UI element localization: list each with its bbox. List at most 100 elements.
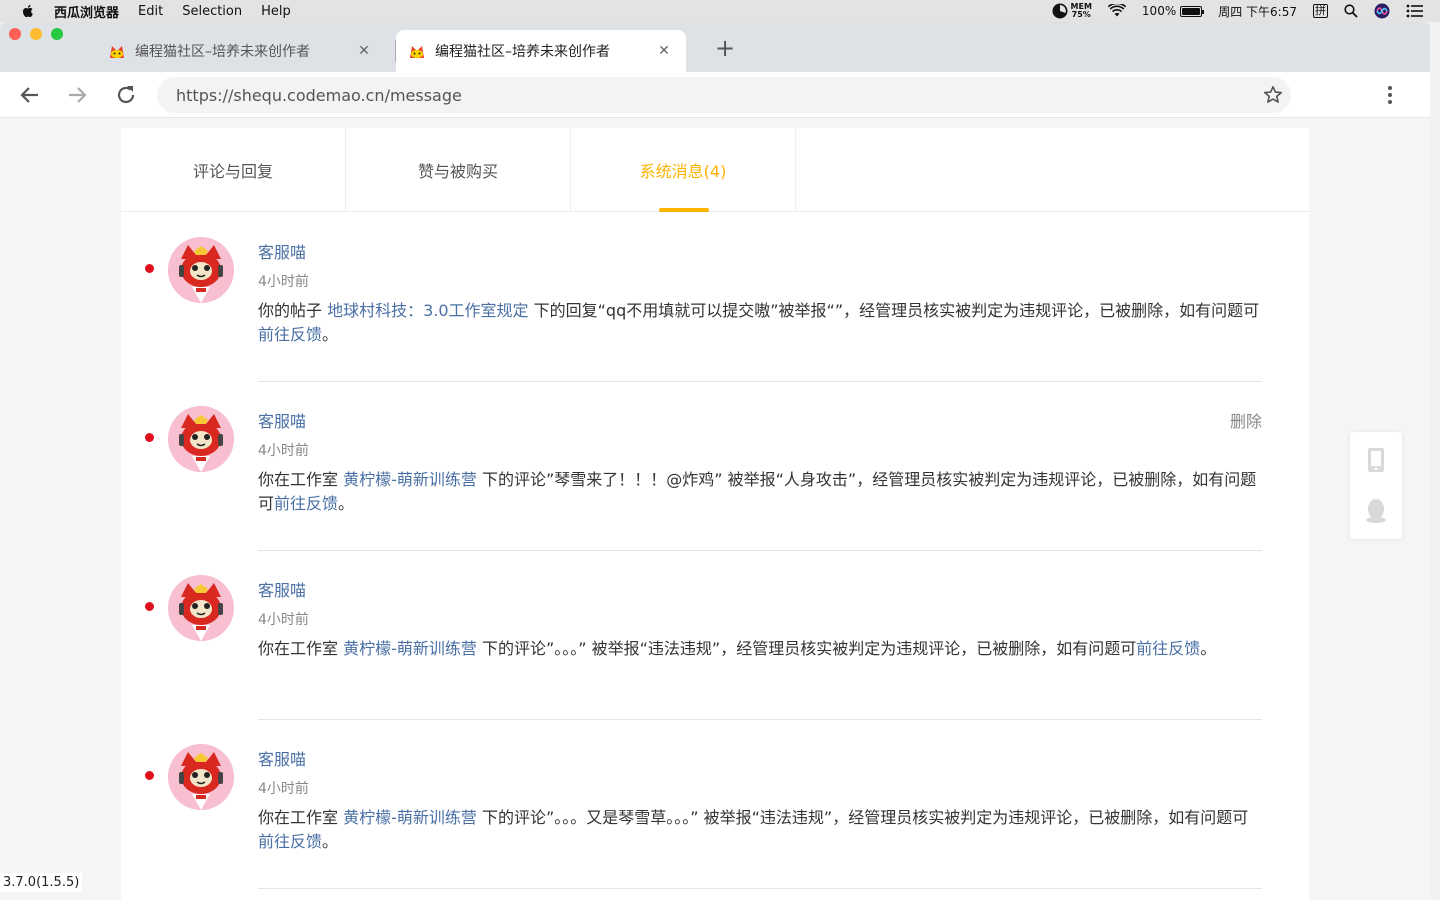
sender-name[interactable]: 客服喵 bbox=[258, 239, 306, 263]
system-message-item: 客服喵 4小时前你在工作室 黄柠檬-萌新训练营 下的评论”。。。” 被举报“违法违… bbox=[121, 551, 1309, 720]
battery-status[interactable]: 100% bbox=[1141, 4, 1205, 18]
tab-comments-replies[interactable]: 评论与回复 bbox=[121, 128, 346, 212]
avatar[interactable] bbox=[168, 237, 234, 303]
page-content: 评论与回复 赞与被购买 系统消息(4) 客服喵 4小时前 你的帖子 地球村科技：3.… bbox=[0, 118, 1430, 900]
target-link[interactable]: 黄柠檬-萌新训练营 bbox=[343, 470, 477, 489]
unread-dot bbox=[145, 771, 154, 780]
minimize-window-button[interactable] bbox=[30, 28, 42, 40]
message-text-post: 。 bbox=[322, 325, 339, 344]
codemao-favicon-icon bbox=[410, 46, 424, 58]
version-label: 3.7.0(1.5.5) bbox=[0, 873, 83, 892]
message-text-mid: 下的回复“qq不用填就可以提交嗷”被举报“”，经管理员核实被判定为违规评论，已被… bbox=[528, 301, 1260, 320]
edit-menu[interactable]: Edit bbox=[138, 4, 163, 19]
battery-percent: 100% bbox=[1141, 4, 1177, 18]
message-time: 4小时前 bbox=[258, 274, 309, 290]
wifi-icon[interactable] bbox=[1107, 4, 1126, 18]
avatar[interactable] bbox=[168, 575, 234, 641]
tab-system-messages[interactable]: 系统消息(4) bbox=[571, 128, 796, 212]
url-text: https://shequ.codemao.cn/message bbox=[176, 85, 462, 105]
message-text-post: 。 bbox=[338, 494, 355, 513]
message-time: 4小时前 bbox=[258, 443, 309, 459]
message-time: 4小时前 bbox=[258, 781, 309, 797]
message-time: 4小时前 bbox=[258, 612, 309, 628]
system-message-item: 客服喵 删除 4小时前你在工作室 黄柠檬-萌新训练营 下的评论”琴雪来了！！！@炸鸡… bbox=[121, 382, 1309, 551]
sender-name[interactable]: 客服喵 bbox=[258, 408, 306, 432]
tab-likes-purchases[interactable]: 赞与被购买 bbox=[346, 128, 571, 212]
browser-window: 编程猫社区–培养未来创作者 ✕ 编程猫社区–培养未来创作者 ✕ + https:… bbox=[0, 22, 1430, 900]
notification-center-icon[interactable] bbox=[1406, 4, 1424, 18]
browser-tab-1[interactable]: 编程猫社区–培养未来创作者 ✕ bbox=[96, 30, 386, 72]
delete-button[interactable]: 删除 bbox=[1230, 408, 1262, 432]
feedback-link[interactable]: 前往反馈 bbox=[1136, 639, 1200, 658]
message-text-mid: 下的评论”。。。” 被举报“违法违规”，经管理员核实被判定为违规评论，已被删除，… bbox=[476, 639, 1137, 658]
bookmark-star-icon[interactable] bbox=[1263, 85, 1283, 105]
unread-dot bbox=[145, 264, 154, 273]
target-link[interactable]: 黄柠檬-萌新训练营 bbox=[343, 808, 477, 827]
active-tab-indicator bbox=[659, 208, 709, 212]
sender-name[interactable]: 客服喵 bbox=[258, 746, 306, 770]
message-text-pre: 你在工作室 bbox=[258, 808, 344, 827]
browser-menu-icon[interactable] bbox=[1380, 84, 1400, 106]
tab-strip: 编程猫社区–培养未来创作者 ✕ 编程猫社区–培养未来创作者 ✕ + bbox=[0, 22, 1430, 72]
tab-title: 编程猫社区–培养未来创作者 bbox=[135, 44, 310, 60]
feedback-link[interactable]: 前往反馈 bbox=[258, 325, 322, 344]
message-text-pre: 你的帖子 bbox=[258, 301, 328, 320]
message-body: 你在工作室 黄柠檬-萌新训练营 下的评论”琴雪来了！！！@炸鸡” 被举报“人身攻… bbox=[258, 468, 1263, 516]
forward-arrow-icon[interactable] bbox=[65, 83, 89, 107]
battery-icon bbox=[1180, 5, 1205, 17]
mobile-app-icon[interactable] bbox=[1364, 447, 1388, 473]
battery-fill bbox=[1182, 7, 1201, 15]
message-body: 你在工作室 黄柠檬-萌新训练营 下的评论”。。。” 被举报“违法违规”，经管理员… bbox=[258, 637, 1263, 661]
browser-toolbar: https://shequ.codemao.cn/message bbox=[0, 72, 1430, 118]
siri-icon[interactable] bbox=[1374, 3, 1390, 19]
memory-status[interactable]: MEM 75% bbox=[1052, 3, 1092, 19]
feedback-link[interactable]: 前往反馈 bbox=[258, 832, 322, 851]
message-text-pre: 你在工作室 bbox=[258, 470, 344, 489]
selection-menu[interactable]: Selection bbox=[182, 4, 242, 19]
tab-label: 评论与回复 bbox=[192, 162, 273, 181]
target-link[interactable]: 黄柠檬-萌新训练营 bbox=[343, 639, 477, 658]
apple-icon[interactable] bbox=[20, 3, 36, 19]
tab-label: 赞与被购买 bbox=[417, 162, 498, 181]
qq-penguin-icon[interactable] bbox=[1364, 498, 1388, 524]
sender-name[interactable]: 客服喵 bbox=[258, 577, 306, 601]
close-tab-icon[interactable]: ✕ bbox=[356, 43, 372, 59]
unread-dot bbox=[145, 433, 154, 442]
message-body: 你的帖子 地球村科技：3.0工作室规定 下的回复“qq不用填就可以提交嗷”被举报… bbox=[258, 299, 1263, 347]
codemao-favicon-icon bbox=[110, 46, 124, 58]
mem-value: 75% bbox=[1071, 10, 1091, 19]
avatar[interactable] bbox=[168, 744, 234, 810]
address-bar[interactable]: https://shequ.codemao.cn/message bbox=[157, 77, 1291, 113]
input-method-icon[interactable]: 拼 bbox=[1313, 4, 1328, 18]
app-menu[interactable]: 西瓜浏览器 bbox=[54, 2, 119, 21]
floating-side-widget bbox=[1350, 432, 1402, 539]
message-tabs: 评论与回复 赞与被购买 系统消息(4) bbox=[121, 128, 1309, 212]
new-tab-button[interactable]: + bbox=[712, 36, 738, 62]
zoom-window-button[interactable] bbox=[51, 28, 63, 40]
message-center-card: 评论与回复 赞与被购买 系统消息(4) 客服喵 4小时前 你的帖子 地球村科技：3.… bbox=[121, 128, 1309, 900]
message-text-pre: 你在工作室 bbox=[258, 639, 344, 658]
message-text-post: 。 bbox=[1200, 639, 1217, 658]
system-message-item: 客服喵 4小时前你的帖子 地球村科技：3.0工作室规定 下的回复“qq不用填就可以… bbox=[121, 213, 1309, 382]
avatar[interactable] bbox=[168, 406, 234, 472]
spotlight-search-icon[interactable] bbox=[1344, 4, 1358, 18]
unread-dot bbox=[145, 602, 154, 611]
tab-label: 系统消息(4) bbox=[639, 162, 727, 181]
close-window-button[interactable] bbox=[9, 28, 21, 40]
target-link[interactable]: 地球村科技：3.0工作室规定 bbox=[327, 301, 528, 320]
help-menu[interactable]: Help bbox=[261, 4, 291, 19]
feedback-link[interactable]: 前往反馈 bbox=[274, 494, 338, 513]
message-text-mid: 下的评论”。。。又是琴雪草。。。” 被举报“违法违规”，经管理员核实被判定为违规… bbox=[476, 808, 1249, 827]
back-arrow-icon[interactable] bbox=[18, 83, 42, 107]
tab-title: 编程猫社区–培养未来创作者 bbox=[435, 44, 610, 60]
macos-menubar: 西瓜浏览器 Edit Selection Help MEM 75% 100% 周四… bbox=[0, 0, 1440, 22]
message-divider bbox=[258, 888, 1262, 889]
reload-icon[interactable] bbox=[114, 83, 138, 107]
browser-tab-2[interactable]: 编程猫社区–培养未来创作者 ✕ bbox=[396, 30, 686, 72]
close-tab-icon[interactable]: ✕ bbox=[656, 43, 672, 59]
system-message-item: 客服喵 4小时前你在工作室 黄柠檬-萌新训练营 下的评论”。。。又是琴雪草。。。”… bbox=[121, 720, 1309, 889]
message-text-post: 。 bbox=[322, 832, 339, 851]
memory-gauge-icon bbox=[1052, 3, 1068, 19]
menubar-clock[interactable]: 周四 下午6:57 bbox=[1218, 3, 1297, 20]
message-body: 你在工作室 黄柠檬-萌新训练营 下的评论”。。。又是琴雪草。。。” 被举报“违法… bbox=[258, 806, 1263, 854]
